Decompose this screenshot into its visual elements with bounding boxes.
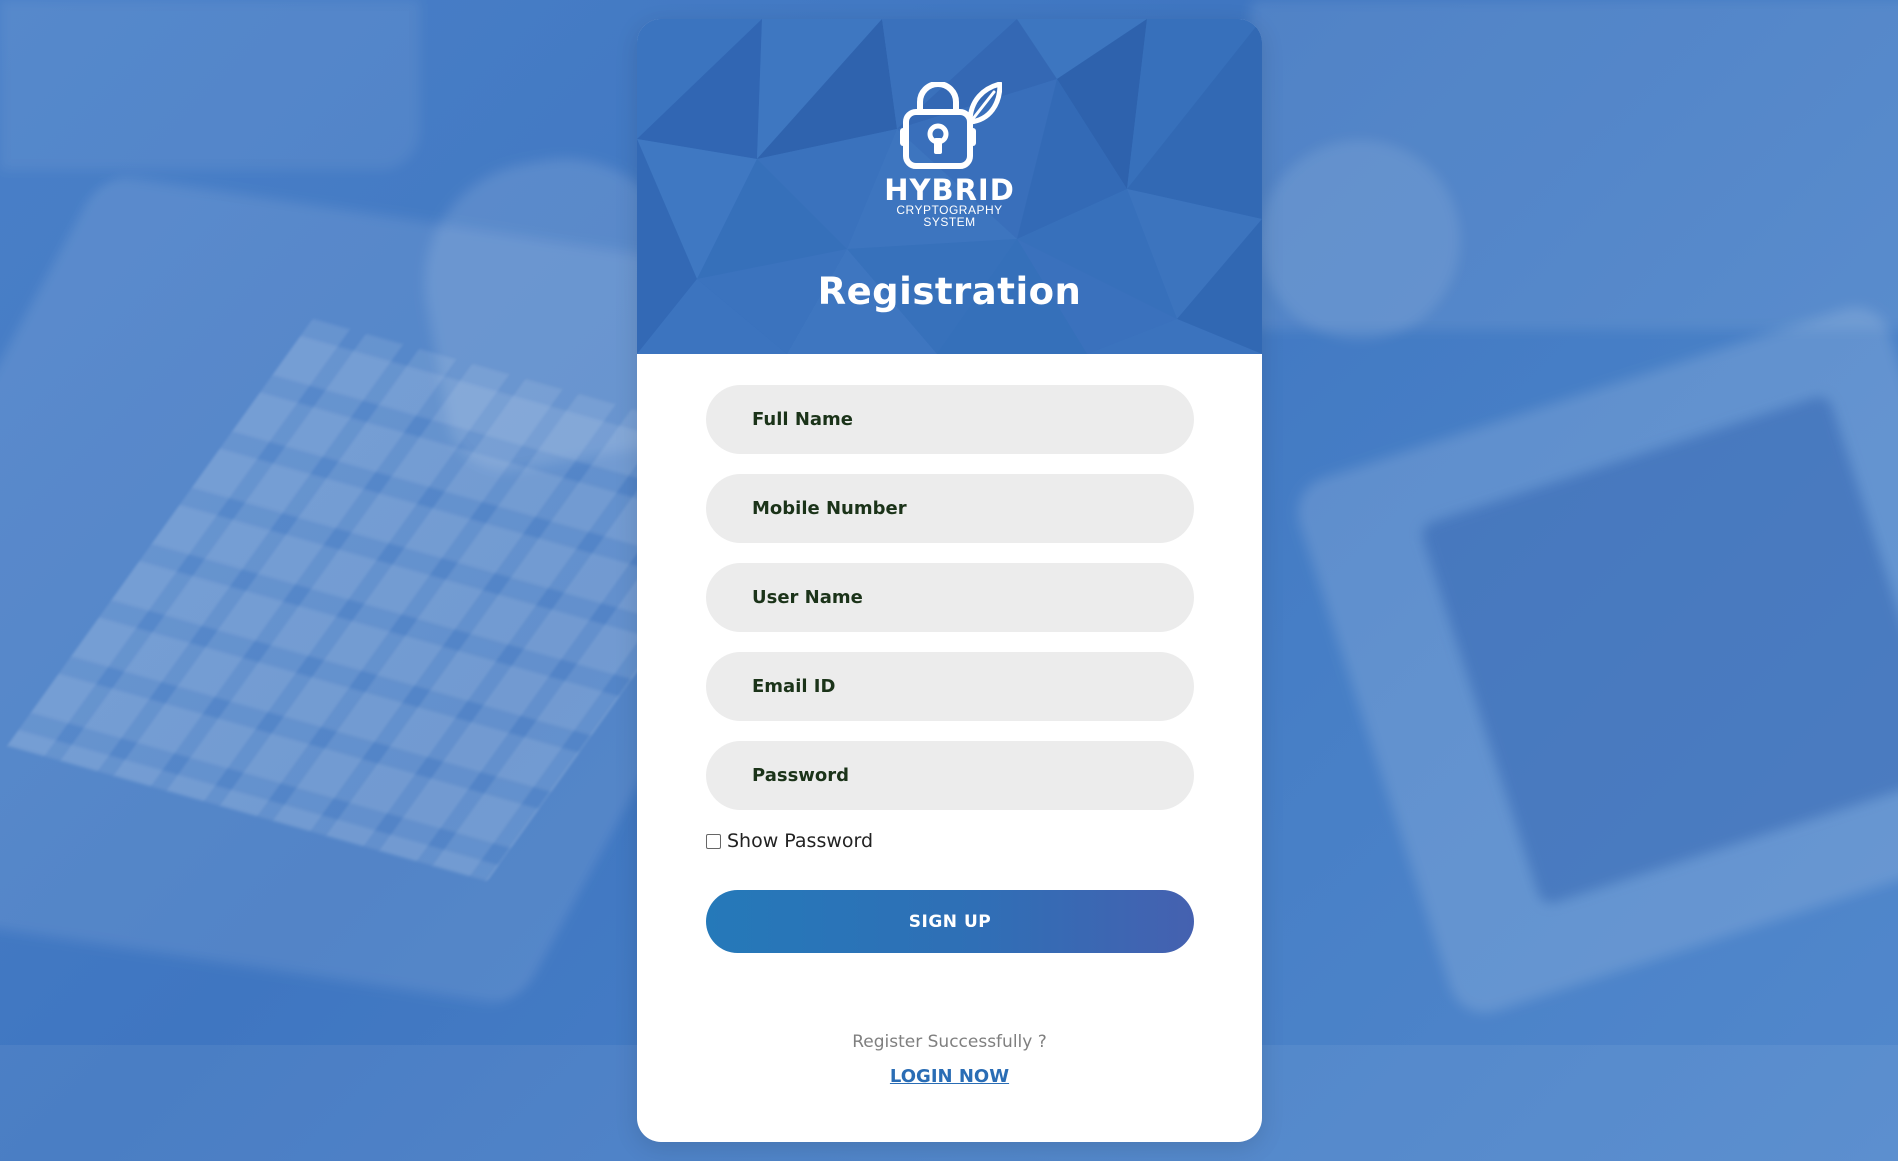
brand-name: HYBRID [884,173,1015,207]
email-field [706,652,1194,721]
card-header: HYBRID CRYPTOGRAPHY SYSTEM Registration [637,19,1262,354]
full-name-field [706,385,1194,454]
brand-logo: HYBRID CRYPTOGRAPHY SYSTEM [880,82,1020,228]
mobile-number-input[interactable] [750,497,1194,520]
full-name-input[interactable] [750,408,1194,431]
register-question: Register Successfully ? [852,1032,1047,1052]
user-name-input[interactable] [750,586,1194,609]
show-password-toggle[interactable]: Show Password [706,830,1194,852]
show-password-label: Show Password [727,830,874,852]
lock-leaf-icon [899,82,1002,169]
login-now-link[interactable]: LOGIN NOW [890,1066,1009,1087]
brand-subtitle-line2: SYSTEM [923,215,976,229]
password-field [706,741,1194,810]
registration-card: HYBRID CRYPTOGRAPHY SYSTEM Registration … [637,19,1262,1142]
card-footer: Register Successfully ? LOGIN NOW [637,1032,1262,1087]
sign-up-button[interactable]: SIGN UP [706,890,1194,953]
background-cup [1260,140,1460,340]
page-title: Registration [817,270,1082,313]
mobile-number-field [706,474,1194,543]
email-input[interactable] [750,675,1194,698]
show-password-checkbox[interactable] [706,833,721,849]
password-input[interactable] [750,764,1194,787]
user-name-field [706,563,1194,632]
registration-form: Show Password SIGN UP [706,385,1194,953]
background-shape [0,0,420,170]
